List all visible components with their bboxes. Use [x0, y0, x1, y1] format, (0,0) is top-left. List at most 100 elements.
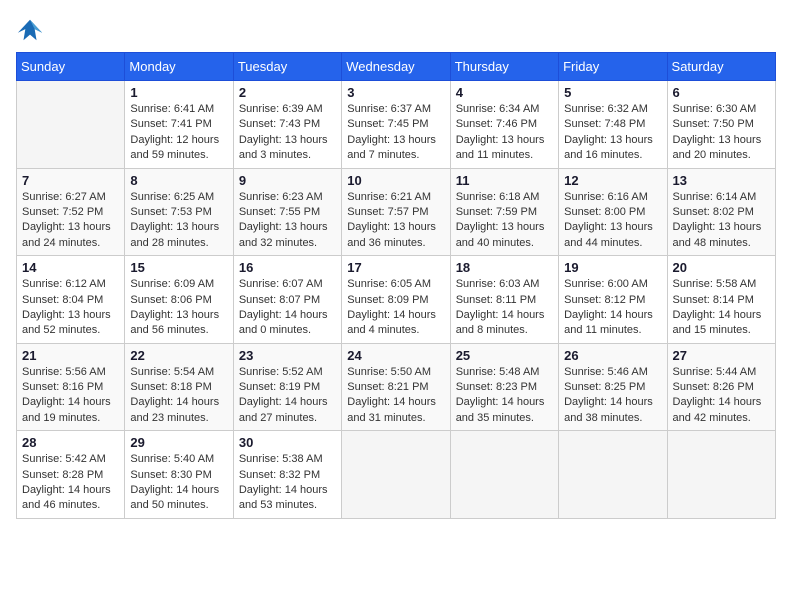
day-number: 18 [456, 260, 553, 275]
calendar-cell: 24Sunrise: 5:50 AMSunset: 8:21 PMDayligh… [342, 343, 450, 431]
calendar-cell: 15 Sunrise: 6:09 AMSunset: 8:06 PMDayligh… [125, 256, 233, 344]
day-of-week-header: Monday [125, 53, 233, 81]
logo [16, 16, 48, 44]
calendar-cell: 7 Sunrise: 6:27 AMSunset: 7:52 PMDaylight… [17, 168, 125, 256]
day-number: 23 [239, 348, 336, 363]
day-info: Sunrise: 6:03 AMSunset: 8:11 PMDaylight:… [456, 277, 553, 339]
calendar-cell: 26 Sunrise: 5:46 AMSunset: 8:25 PMDayligh… [559, 343, 667, 431]
day-info: Sunrise: 5:58 AMSunset: 8:14 PMDaylight:… [673, 277, 770, 339]
day-number: 4 [456, 85, 553, 100]
calendar-cell: 8Sunrise: 6:25 AMSunset: 7:53 PMDaylight… [125, 168, 233, 256]
calendar-cell: 27 Sunrise: 5:44 AMSunset: 8:26 PMDayligh… [667, 343, 775, 431]
calendar-cell: 13 Sunrise: 6:14 AMSunset: 8:02 PMDayligh… [667, 168, 775, 256]
day-number: 14 [22, 260, 119, 275]
day-info: Sunrise: 6:21 AMSunset: 7:57 PMDaylight:… [347, 190, 444, 252]
day-number: 15 [130, 260, 227, 275]
day-number: 10 [347, 173, 444, 188]
calendar-cell: 29 Sunrise: 5:40 AMSunset: 8:30 PMDayligh… [125, 431, 233, 519]
calendar-cell: 2 Sunrise: 6:39 AMSunset: 7:43 PMDaylight… [233, 81, 341, 169]
day-info: Sunrise: 6:27 AMSunset: 7:52 PMDaylight:… [22, 190, 119, 252]
calendar-week-row: 28Sunrise: 5:42 AMSunset: 8:28 PMDayligh… [17, 431, 776, 519]
day-info: Sunrise: 6:09 AMSunset: 8:06 PMDaylight:… [130, 277, 227, 339]
calendar-table: SundayMondayTuesdayWednesdayThursdayFrid… [16, 52, 776, 519]
day-info: Sunrise: 5:40 AMSunset: 8:30 PMDaylight:… [130, 452, 227, 514]
calendar-cell: 11 Sunrise: 6:18 AMSunset: 7:59 PMDayligh… [450, 168, 558, 256]
calendar-cell: 21 Sunrise: 5:56 AMSunset: 8:16 PMDayligh… [17, 343, 125, 431]
day-number: 25 [456, 348, 553, 363]
day-number: 2 [239, 85, 336, 100]
day-number: 20 [673, 260, 770, 275]
day-number: 30 [239, 435, 336, 450]
calendar-week-row: 21 Sunrise: 5:56 AMSunset: 8:16 PMDayligh… [17, 343, 776, 431]
day-info: Sunrise: 6:05 AMSunset: 8:09 PMDaylight:… [347, 277, 444, 339]
calendar-cell: 9 Sunrise: 6:23 AMSunset: 7:55 PMDaylight… [233, 168, 341, 256]
day-number: 13 [673, 173, 770, 188]
day-info: Sunrise: 5:48 AMSunset: 8:23 PMDaylight:… [456, 365, 553, 427]
day-number: 3 [347, 85, 444, 100]
day-of-week-header: Thursday [450, 53, 558, 81]
day-number: 22 [130, 348, 227, 363]
calendar-cell: 20 Sunrise: 5:58 AMSunset: 8:14 PMDayligh… [667, 256, 775, 344]
day-info: Sunrise: 5:42 AMSunset: 8:28 PMDaylight:… [22, 452, 119, 514]
calendar-cell: 5 Sunrise: 6:32 AMSunset: 7:48 PMDaylight… [559, 81, 667, 169]
day-info: Sunrise: 6:32 AMSunset: 7:48 PMDaylight:… [564, 102, 661, 164]
day-info: Sunrise: 6:34 AMSunset: 7:46 PMDaylight:… [456, 102, 553, 164]
day-info: Sunrise: 6:39 AMSunset: 7:43 PMDaylight:… [239, 102, 336, 164]
calendar-cell: 6Sunrise: 6:30 AMSunset: 7:50 PMDaylight… [667, 81, 775, 169]
calendar-cell: 12 Sunrise: 6:16 AMSunset: 8:00 PMDayligh… [559, 168, 667, 256]
calendar-cell: 3 Sunrise: 6:37 AMSunset: 7:45 PMDaylight… [342, 81, 450, 169]
day-number: 9 [239, 173, 336, 188]
day-number: 12 [564, 173, 661, 188]
day-info: Sunrise: 6:12 AMSunset: 8:04 PMDaylight:… [22, 277, 119, 339]
day-of-week-header: Sunday [17, 53, 125, 81]
day-number: 5 [564, 85, 661, 100]
calendar-cell: 1Sunrise: 6:41 AMSunset: 7:41 PMDaylight… [125, 81, 233, 169]
calendar-cell: 25 Sunrise: 5:48 AMSunset: 8:23 PMDayligh… [450, 343, 558, 431]
day-number: 27 [673, 348, 770, 363]
calendar-cell: 14 Sunrise: 6:12 AMSunset: 8:04 PMDayligh… [17, 256, 125, 344]
calendar-cell: 30 Sunrise: 5:38 AMSunset: 8:32 PMDayligh… [233, 431, 341, 519]
calendar-cell: 18 Sunrise: 6:03 AMSunset: 8:11 PMDayligh… [450, 256, 558, 344]
day-number: 16 [239, 260, 336, 275]
day-info: Sunrise: 5:50 AMSunset: 8:21 PMDaylight:… [347, 365, 444, 427]
calendar-cell [667, 431, 775, 519]
calendar-cell [17, 81, 125, 169]
calendar-cell [342, 431, 450, 519]
day-info: Sunrise: 5:56 AMSunset: 8:16 PMDaylight:… [22, 365, 119, 427]
day-of-week-header: Friday [559, 53, 667, 81]
day-of-week-header: Tuesday [233, 53, 341, 81]
day-number: 21 [22, 348, 119, 363]
calendar-cell: 16Sunrise: 6:07 AMSunset: 8:07 PMDayligh… [233, 256, 341, 344]
logo-icon [16, 16, 44, 44]
day-number: 7 [22, 173, 119, 188]
calendar-cell: 28Sunrise: 5:42 AMSunset: 8:28 PMDayligh… [17, 431, 125, 519]
day-number: 1 [130, 85, 227, 100]
day-of-week-header: Wednesday [342, 53, 450, 81]
calendar-week-row: 7 Sunrise: 6:27 AMSunset: 7:52 PMDaylight… [17, 168, 776, 256]
day-number: 17 [347, 260, 444, 275]
calendar-cell: 17 Sunrise: 6:05 AMSunset: 8:09 PMDayligh… [342, 256, 450, 344]
day-info: Sunrise: 6:23 AMSunset: 7:55 PMDaylight:… [239, 190, 336, 252]
calendar-header-row: SundayMondayTuesdayWednesdayThursdayFrid… [17, 53, 776, 81]
day-info: Sunrise: 6:30 AMSunset: 7:50 PMDaylight:… [673, 102, 770, 164]
calendar-cell: 19Sunrise: 6:00 AMSunset: 8:12 PMDayligh… [559, 256, 667, 344]
day-info: Sunrise: 5:38 AMSunset: 8:32 PMDaylight:… [239, 452, 336, 514]
day-number: 11 [456, 173, 553, 188]
calendar-cell [450, 431, 558, 519]
calendar-cell: 22Sunrise: 5:54 AMSunset: 8:18 PMDayligh… [125, 343, 233, 431]
day-info: Sunrise: 6:16 AMSunset: 8:00 PMDaylight:… [564, 190, 661, 252]
day-info: Sunrise: 5:52 AMSunset: 8:19 PMDaylight:… [239, 365, 336, 427]
calendar-cell [559, 431, 667, 519]
day-of-week-header: Saturday [667, 53, 775, 81]
calendar-week-row: 14 Sunrise: 6:12 AMSunset: 8:04 PMDayligh… [17, 256, 776, 344]
page-header [16, 16, 776, 44]
day-number: 26 [564, 348, 661, 363]
calendar-cell: 23 Sunrise: 5:52 AMSunset: 8:19 PMDayligh… [233, 343, 341, 431]
day-info: Sunrise: 6:25 AMSunset: 7:53 PMDaylight:… [130, 190, 227, 252]
day-info: Sunrise: 6:14 AMSunset: 8:02 PMDaylight:… [673, 190, 770, 252]
day-info: Sunrise: 5:46 AMSunset: 8:25 PMDaylight:… [564, 365, 661, 427]
day-number: 29 [130, 435, 227, 450]
day-info: Sunrise: 6:18 AMSunset: 7:59 PMDaylight:… [456, 190, 553, 252]
day-info: Sunrise: 6:37 AMSunset: 7:45 PMDaylight:… [347, 102, 444, 164]
day-info: Sunrise: 5:44 AMSunset: 8:26 PMDaylight:… [673, 365, 770, 427]
